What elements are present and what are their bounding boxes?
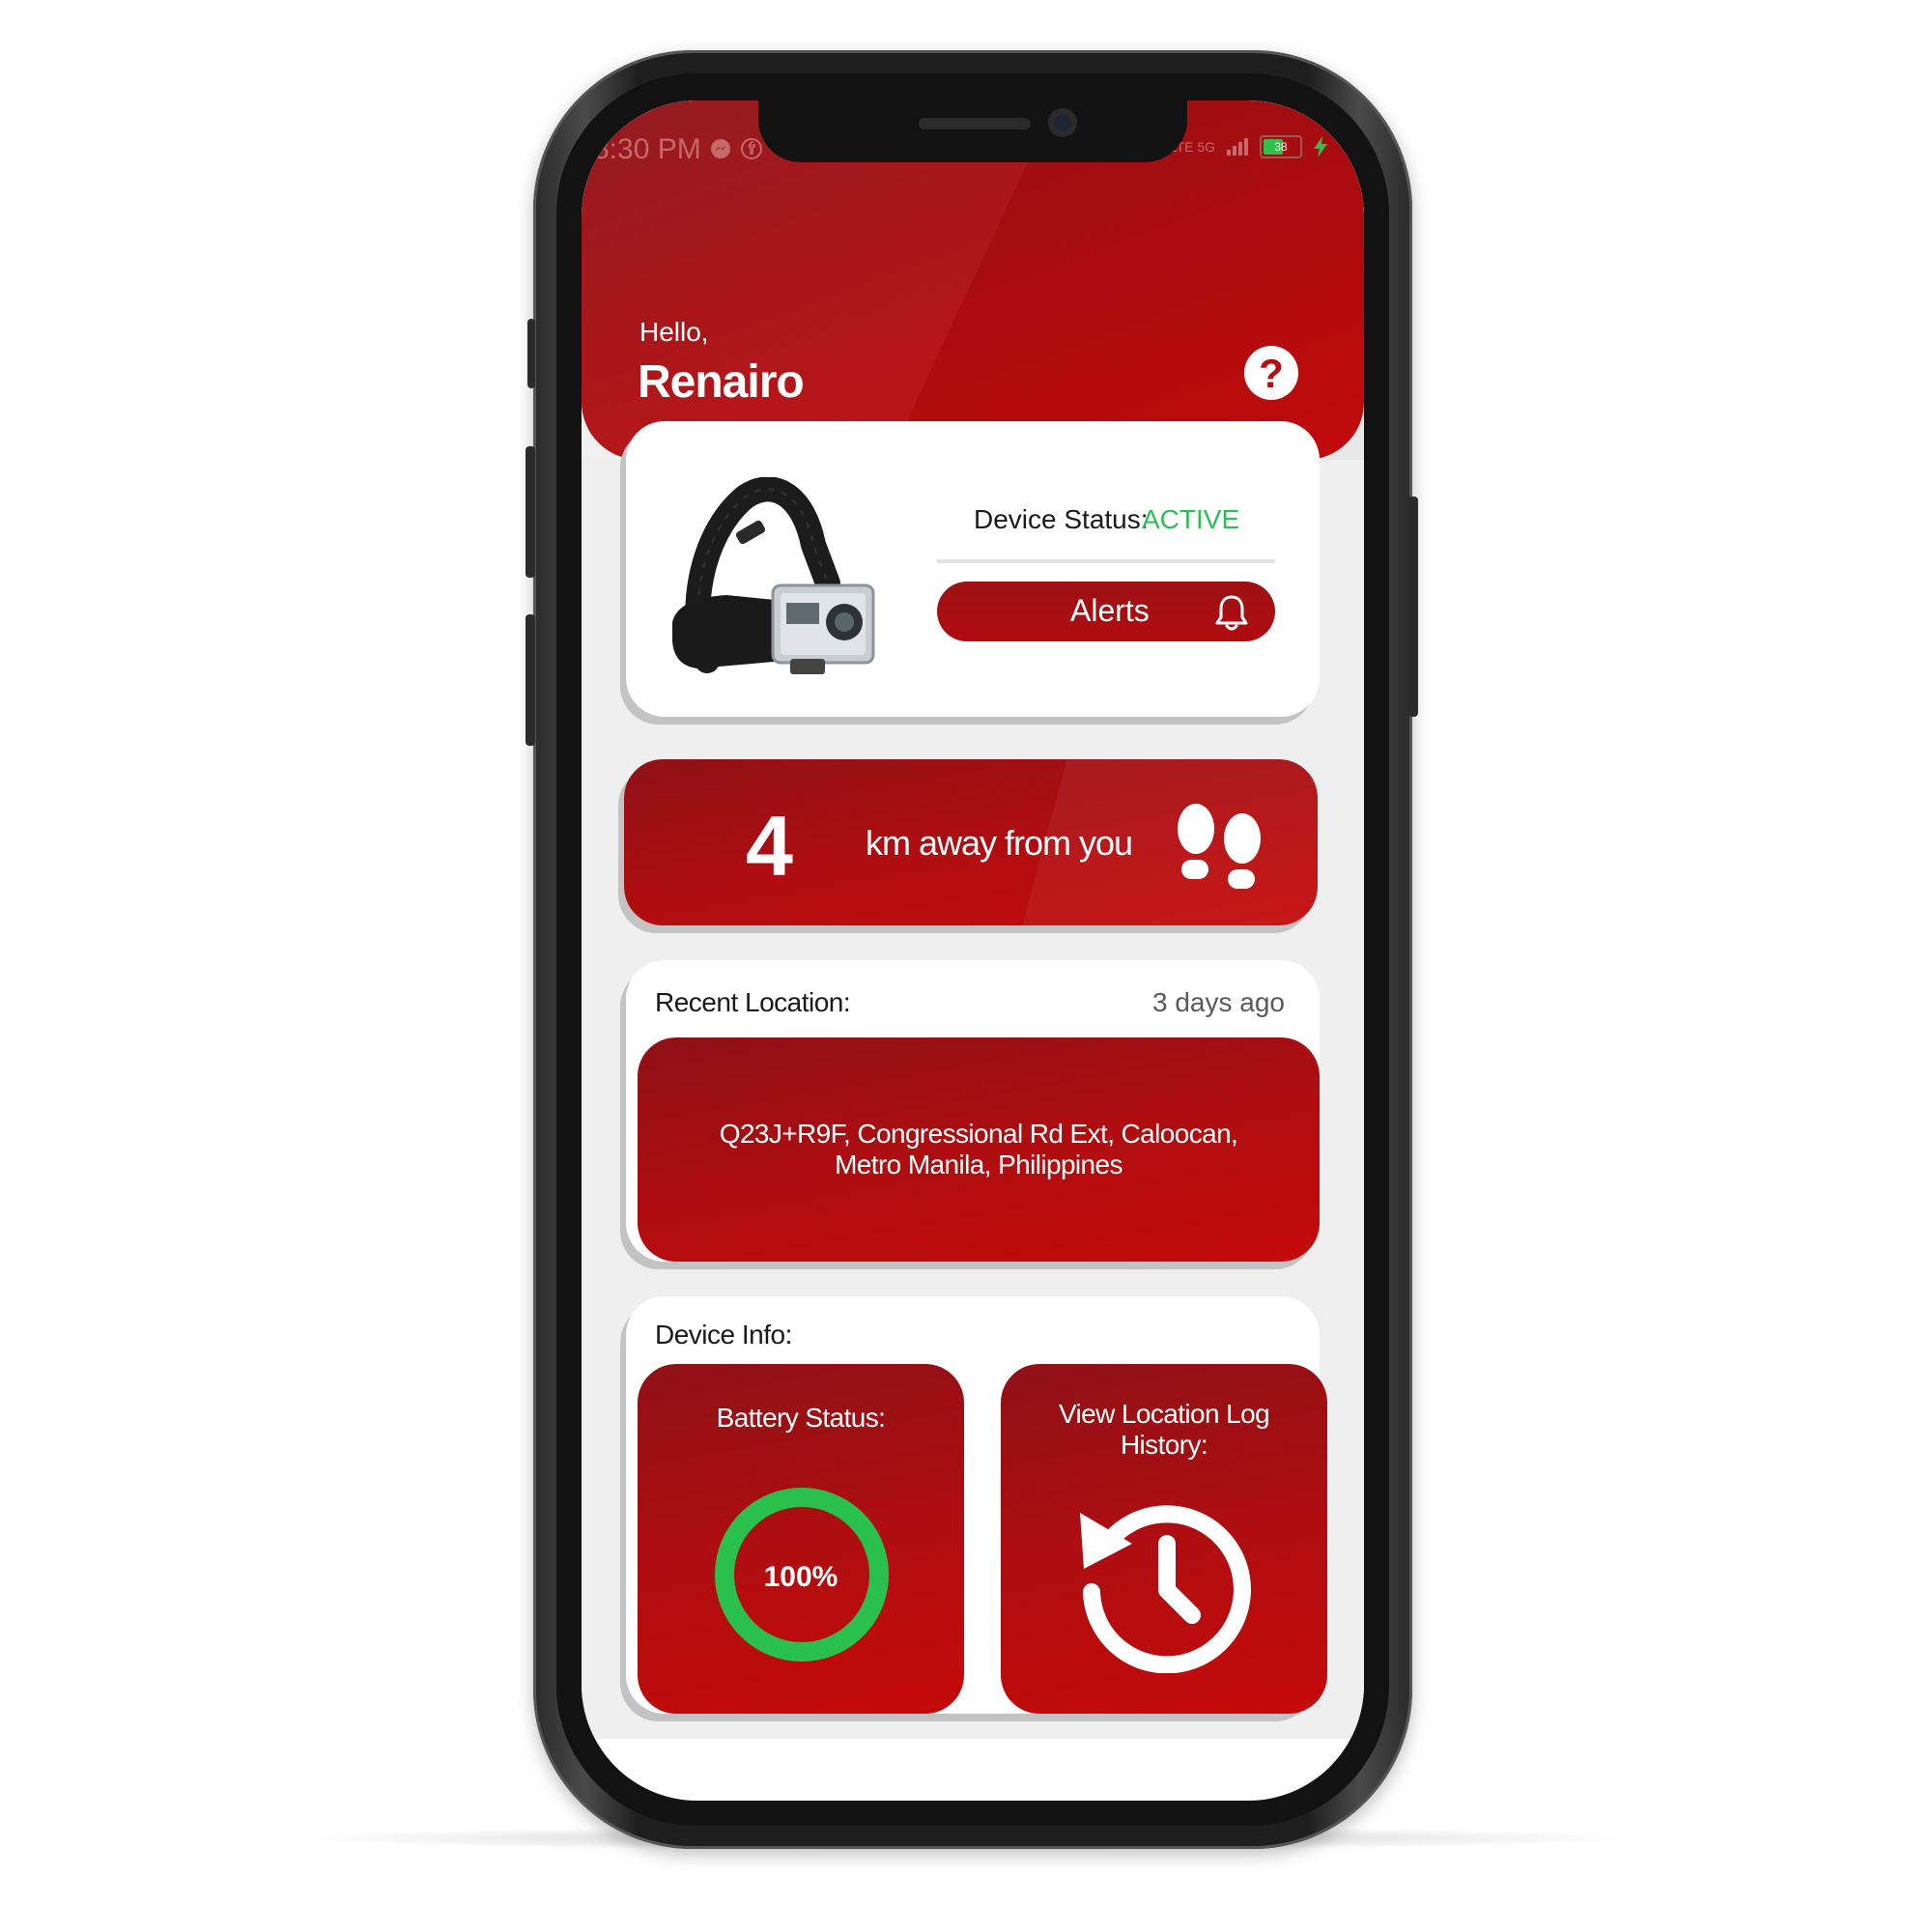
distance-card[interactable]: 4 km away from you <box>624 759 1318 925</box>
volume-down-button <box>526 614 535 746</box>
app-screen: 8:30 PM Vo LTE 5G 38 Hello, Renairo ? De… <box>582 100 1364 1801</box>
battery-mini-icon: 38 <box>1260 135 1302 158</box>
device-info-card: Device Info: Battery Status: 100% View L… <box>626 1296 1327 1714</box>
power-button <box>1408 497 1418 717</box>
location-history-tile[interactable]: View Location Log History: <box>1001 1364 1327 1714</box>
user-name: Renairo <box>638 356 805 408</box>
status-notification-icons <box>709 137 763 160</box>
address-text: Q23J+R9F, Congressional Rd Ext, Caloocan… <box>719 1119 1238 1179</box>
charging-bolt-icon <box>1314 136 1327 157</box>
action-camera-head-strap-icon <box>672 477 875 674</box>
camera-notch <box>758 100 1187 162</box>
battery-status-title: Battery Status: <box>716 1403 886 1433</box>
alerts-button[interactable]: Alerts <box>937 582 1275 641</box>
address-panel[interactable]: Q23J+R9F, Congressional Rd Ext, Caloocan… <box>638 1037 1320 1262</box>
bell-icon <box>1215 595 1248 631</box>
device-status-card: Device Status: ACTIVE Alerts <box>626 421 1320 717</box>
device-status-value: ACTIVE <box>1142 504 1240 534</box>
device-info-label: Device Info: <box>655 1320 792 1350</box>
greeting-text: Hello, <box>639 317 709 347</box>
status-time: 8:30 PM <box>593 133 701 165</box>
facebook-icon <box>741 138 762 159</box>
help-button[interactable]: ? <box>1244 346 1298 400</box>
distance-value: 4 <box>746 798 793 894</box>
battery-mini-level: 38 <box>1274 140 1288 154</box>
battery-status-tile[interactable]: Battery Status: 100% <box>638 1364 964 1714</box>
battery-percent: 100% <box>763 1561 838 1593</box>
recent-location-time: 3 days ago <box>1152 987 1285 1017</box>
device-status-label: Device Status: <box>974 504 1149 534</box>
distance-text: km away from you <box>866 823 1133 863</box>
phone-frame: 8:30 PM Vo LTE 5G 38 Hello, Renairo ? De… <box>526 50 1418 1849</box>
recent-location-card: Recent Location: 3 days ago Q23J+R9F, Co… <box>626 960 1320 1262</box>
signal-icon <box>1227 138 1248 156</box>
help-icon: ? <box>1259 351 1284 396</box>
front-camera <box>1048 108 1077 137</box>
volume-up-button <box>526 446 535 578</box>
recent-location-label: Recent Location: <box>655 987 851 1017</box>
location-history-title: View Location Log History: <box>1058 1399 1270 1460</box>
mute-switch <box>527 319 535 388</box>
footprints-icon <box>1178 804 1261 889</box>
history-icon <box>1080 1505 1251 1673</box>
messenger-icon <box>711 139 730 158</box>
alerts-button-label: Alerts <box>1070 593 1150 628</box>
earpiece-speaker <box>919 118 1031 129</box>
device-card-divider <box>937 559 1275 563</box>
